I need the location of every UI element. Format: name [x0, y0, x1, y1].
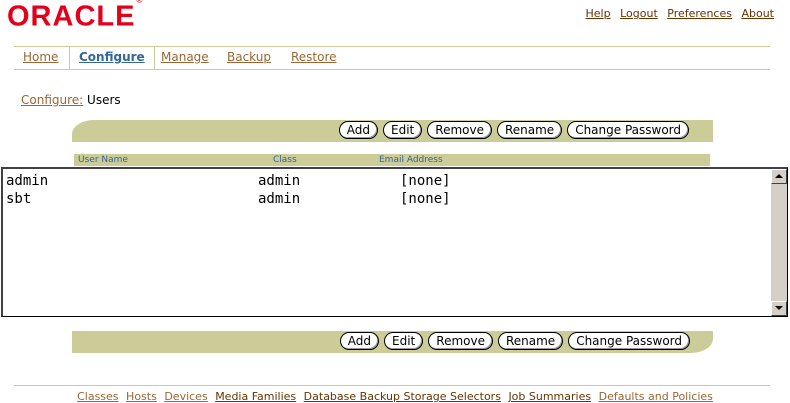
footer-link-hosts[interactable]: Hosts	[126, 390, 157, 403]
footer-links: Classes Hosts Devices Media Families Dat…	[0, 390, 790, 403]
remove-button[interactable]: Remove	[428, 332, 493, 350]
logout-link[interactable]: Logout	[620, 7, 658, 20]
logo-text: ORACLE	[7, 0, 136, 33]
change-password-button[interactable]: Change Password	[568, 332, 690, 350]
breadcrumb-current: Users	[87, 93, 121, 107]
footer-link-media-families[interactable]: Media Families	[215, 390, 296, 403]
user-name-cell: admin	[6, 173, 49, 189]
footer-divider	[14, 385, 770, 386]
class-cell: admin	[258, 191, 301, 207]
chevron-up-icon	[775, 174, 783, 178]
scroll-up-button[interactable]	[771, 169, 787, 184]
add-button[interactable]: Add	[339, 332, 380, 350]
footer-link-database-backup-storage-selectors[interactable]: Database Backup Storage Selectors	[304, 390, 501, 403]
change-password-button[interactable]: Change Password	[567, 121, 689, 139]
rename-button[interactable]: Rename	[496, 121, 563, 139]
rename-button[interactable]: Rename	[497, 332, 564, 350]
tab-backup[interactable]: Backup	[227, 47, 271, 68]
tab-bar: Home Configure Manage Backup Restore	[14, 46, 770, 70]
email-cell: [none]	[400, 173, 451, 189]
email-cell: [none]	[400, 191, 451, 207]
footer-link-devices[interactable]: Devices	[164, 390, 207, 403]
tab-home[interactable]: Home	[23, 47, 58, 68]
add-button[interactable]: Add	[338, 121, 379, 139]
users-list[interactable]: admin admin [none] sbt admin [none]	[1, 167, 788, 317]
list-item[interactable]: sbt admin [none]	[6, 190, 766, 208]
about-link[interactable]: About	[741, 7, 774, 20]
scroll-down-button[interactable]	[771, 301, 787, 316]
column-user-name: User Name	[78, 155, 128, 165]
global-links: Help Logout Preferences About	[580, 7, 774, 20]
chevron-down-icon	[775, 306, 783, 310]
users-rows: admin admin [none] sbt admin [none]	[6, 172, 766, 208]
tab-restore[interactable]: Restore	[291, 47, 337, 68]
breadcrumb: Configure: Users	[21, 93, 121, 107]
class-cell: admin	[258, 173, 301, 189]
bottom-action-bar: Add Edit Remove Rename Change Password	[72, 331, 713, 353]
column-header: User Name Class Email Address	[74, 154, 710, 166]
tab-manage[interactable]: Manage	[161, 47, 209, 68]
column-email-address: Email Address	[379, 155, 443, 165]
vertical-scrollbar[interactable]	[771, 169, 787, 316]
list-item[interactable]: admin admin [none]	[6, 172, 766, 190]
tab-configure[interactable]: Configure	[69, 47, 155, 69]
edit-button[interactable]: Edit	[383, 121, 423, 139]
help-link[interactable]: Help	[586, 7, 611, 20]
edit-button[interactable]: Edit	[384, 332, 424, 350]
user-name-cell: sbt	[6, 191, 32, 207]
footer-link-job-summaries[interactable]: Job Summaries	[508, 390, 591, 403]
remove-button[interactable]: Remove	[427, 121, 492, 139]
top-action-bar: Add Edit Remove Rename Change Password	[72, 120, 713, 142]
oracle-logo: ORACLE®	[7, 0, 144, 33]
page: ORACLE® Help Logout Preferences About Ho…	[0, 0, 790, 403]
column-class: Class	[273, 155, 297, 165]
preferences-link[interactable]: Preferences	[667, 7, 732, 20]
footer-link-defaults-and-policies[interactable]: Defaults and Policies	[599, 390, 713, 403]
trademark-symbol: ®	[136, 0, 144, 5]
breadcrumb-configure-link[interactable]: Configure:	[21, 93, 83, 107]
footer-link-classes[interactable]: Classes	[77, 390, 118, 403]
